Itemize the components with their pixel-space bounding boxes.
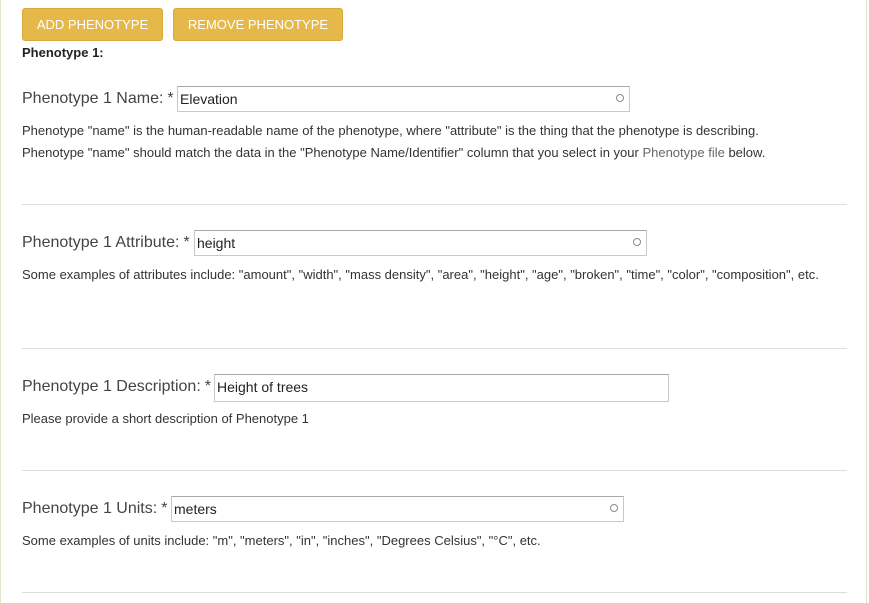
remove-phenotype-button[interactable]: REMOVE PHENOTYPE [173, 8, 343, 41]
description-label-group: Phenotype 1 Description: * [22, 378, 211, 396]
divider [22, 470, 847, 471]
required-marker: * [183, 234, 190, 251]
phenotype-units-input[interactable]: meters [171, 496, 624, 522]
attribute-help-text: Some examples of attributes include: "am… [22, 267, 819, 282]
autocomplete-ring-icon [610, 504, 618, 512]
description-label: Phenotype 1 Description: [22, 378, 201, 395]
divider [22, 592, 847, 593]
phenotype-form: ADD PHENOTYPE REMOVE PHENOTYPE Phenotype… [0, 0, 867, 603]
phenotype-name-input[interactable]: Elevation [177, 86, 630, 112]
phenotype-attribute-value: height [197, 235, 236, 251]
name-label-group: Phenotype 1 Name: * [22, 90, 174, 108]
phenotype-attribute-input[interactable]: height [194, 230, 647, 256]
divider [22, 348, 847, 349]
name-help-line1: Phenotype "name" is the human-readable n… [22, 123, 759, 138]
description-help-text: Please provide a short description of Ph… [22, 411, 309, 426]
autocomplete-ring-icon [633, 238, 641, 246]
attribute-label-group: Phenotype 1 Attribute: * [22, 234, 190, 252]
phenotype-description-value: Height of trees [217, 379, 309, 395]
name-label: Phenotype 1 Name: [22, 90, 164, 107]
required-marker: * [204, 378, 212, 395]
required-marker: * [167, 90, 174, 107]
required-marker: * [161, 500, 168, 517]
autocomplete-ring-icon [616, 94, 624, 102]
name-help-text: Phenotype "name" is the human-readable n… [22, 120, 852, 164]
phenotype-description-input[interactable]: Height of trees [214, 374, 669, 402]
phenotype-name-value: Elevation [180, 91, 238, 107]
units-help-text: Some examples of units include: "m", "me… [22, 533, 541, 548]
name-help-line2-after: below. [724, 145, 766, 160]
name-help-line2-before: Phenotype "name" should match the data i… [22, 145, 643, 160]
add-phenotype-button[interactable]: ADD PHENOTYPE [22, 8, 163, 41]
attribute-label: Phenotype 1 Attribute: [22, 234, 180, 251]
units-label: Phenotype 1 Units: [22, 500, 158, 517]
divider [22, 204, 847, 205]
phenotype-file-link[interactable]: Phenotype file [642, 145, 724, 160]
name-help-line2: Phenotype "name" should match the data i… [22, 142, 852, 164]
units-label-group: Phenotype 1 Units: * [22, 500, 167, 518]
section-title: Phenotype 1: [22, 45, 104, 60]
phenotype-units-value: meters [174, 501, 217, 517]
